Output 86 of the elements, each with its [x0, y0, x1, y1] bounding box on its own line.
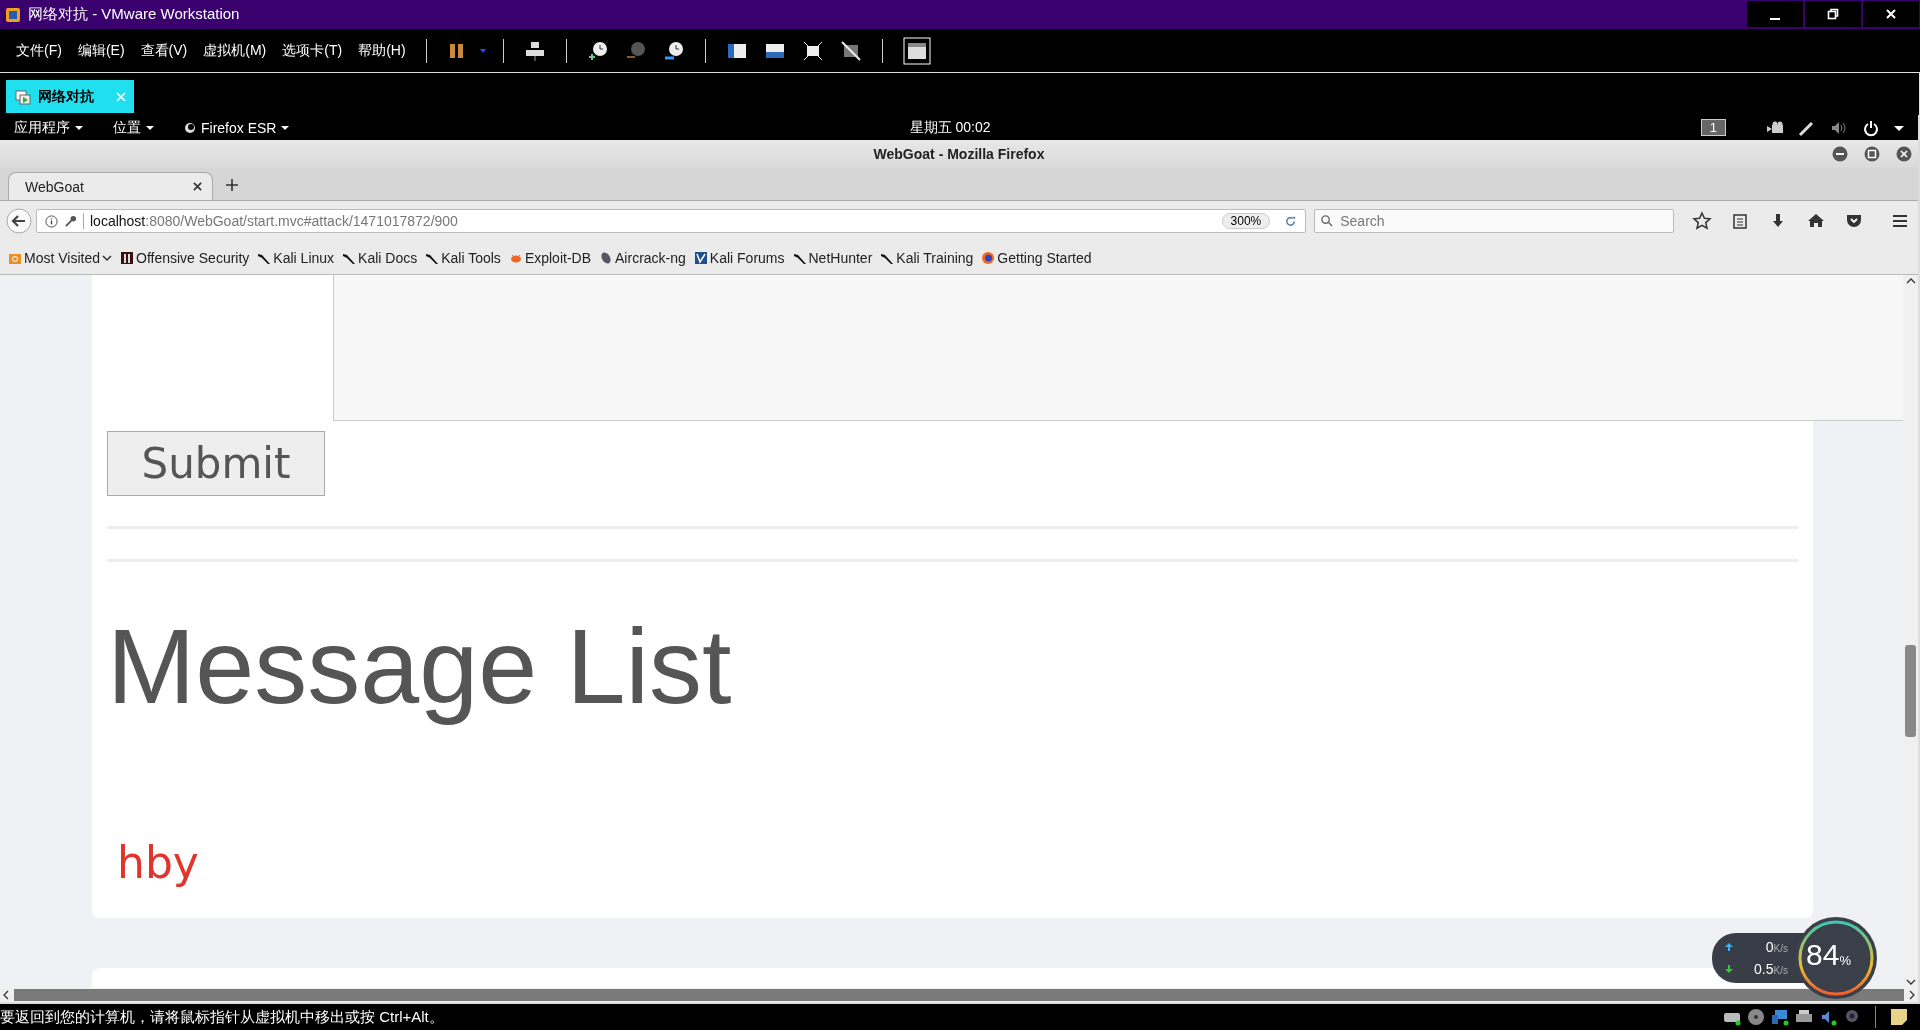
menu-item[interactable]: 文件(F) [8, 41, 70, 60]
bookmark-item[interactable]: Kali Forums [693, 249, 785, 266]
minimize-button[interactable] [1832, 146, 1848, 162]
usage-percent: 84% [1806, 938, 1851, 972]
key-icon[interactable] [64, 214, 77, 228]
upload-arrow-icon [1724, 942, 1734, 952]
workspace-indicator[interactable]: 1 [1700, 119, 1726, 136]
new-tab-button[interactable] [225, 178, 239, 192]
places-menu[interactable]: 位置 [113, 118, 154, 137]
bookmark-item[interactable]: Kali Linux [257, 249, 335, 266]
console-view-icon[interactable] [902, 36, 931, 65]
close-icon[interactable] [193, 182, 202, 191]
browser-logo-icon [981, 250, 996, 265]
bookmark-item[interactable]: Kali Docs [342, 249, 418, 266]
bookmark-item[interactable]: Exploit-DB [508, 249, 591, 266]
network-adapter-icon[interactable] [1771, 1008, 1789, 1026]
network-icon[interactable] [523, 39, 546, 62]
scroll-thumb[interactable] [1905, 645, 1916, 737]
reload-icon[interactable] [1284, 214, 1298, 228]
bookmark-item[interactable]: NetHunter [792, 249, 873, 266]
caret-icon [146, 123, 154, 132]
section-heading: Message List [107, 608, 732, 725]
scroll-right-icon[interactable] [1908, 990, 1916, 1000]
bookmark-item[interactable]: Aircrack-ng [599, 249, 686, 266]
snapshot-icon[interactable] [586, 39, 609, 62]
upload-speed: 0K/s [1765, 939, 1788, 955]
reading-list-icon[interactable] [1730, 211, 1750, 231]
menu-item[interactable]: 查看(V) [132, 41, 196, 60]
window-title: 网络对抗 - VMware Workstation [28, 5, 240, 24]
power-icon[interactable] [1862, 118, 1880, 137]
restore-button[interactable] [1804, 0, 1862, 28]
bookmark-item[interactable]: Kali Tools [425, 249, 501, 266]
menu-item[interactable]: 编辑(E) [69, 41, 133, 60]
forum-logo-icon [693, 250, 708, 265]
app-menu[interactable]: Firefox ESR [184, 119, 290, 136]
vm-icon [14, 87, 32, 106]
scroll-down-icon[interactable] [1905, 978, 1916, 986]
disc-icon[interactable] [1747, 1008, 1765, 1026]
address-bar[interactable]: localhost:8080/WebGoat/start.mvc#attack/1471017872/900 300% [36, 209, 1307, 233]
snapshot-icon[interactable] [662, 39, 685, 62]
search-icon [1320, 214, 1334, 227]
minimize-icon [1770, 18, 1780, 20]
bookmark-item[interactable]: Offensive Security [120, 249, 250, 266]
horizontal-scrollbar[interactable] [0, 988, 1918, 1002]
message-link[interactable]: hby [117, 836, 199, 888]
fullscreen-icon[interactable] [801, 39, 824, 62]
vm-tab[interactable]: 网络对抗 [6, 80, 134, 113]
app-icon [184, 121, 196, 134]
menu-item[interactable]: 帮助(H) [350, 41, 414, 60]
window-title: WebGoat - Mozilla Firefox [873, 146, 1045, 162]
app-logo-icon [5, 6, 21, 23]
info-icon[interactable] [45, 214, 58, 228]
bookmark-item[interactable]: Most Visited [8, 249, 112, 266]
clock[interactable]: 星期五 00:02 [909, 118, 991, 137]
scroll-thumb[interactable] [14, 989, 1904, 1001]
download-arrow-icon [1724, 964, 1734, 974]
no-display-icon[interactable] [839, 39, 862, 62]
zoom-level[interactable]: 300% [1221, 213, 1271, 229]
caret-icon [281, 123, 290, 132]
star-icon[interactable] [1692, 211, 1712, 231]
note-icon[interactable] [1890, 1008, 1908, 1026]
status-message: 要返回到您的计算机，请将鼠标指针从虚拟机中移出或按 Ctrl+Alt。 [0, 1007, 444, 1027]
url-text: localhost:8080/WebGoat/start.mvc#attack/1471017872/900 [83, 213, 1216, 229]
close-icon [1885, 8, 1897, 20]
menu-item[interactable]: 选项卡(T) [274, 41, 351, 60]
search-field[interactable]: Search [1314, 209, 1674, 233]
bookmark-item[interactable]: Getting Started [981, 249, 1092, 266]
download-speed: 0.5K/s [1754, 961, 1788, 977]
submit-button[interactable]: Submit [107, 431, 325, 496]
vertical-scrollbar[interactable] [1903, 275, 1918, 988]
caret-icon[interactable] [1894, 123, 1904, 132]
bookmark-item[interactable]: Kali Training [880, 249, 974, 266]
camera-icon[interactable] [1766, 120, 1784, 135]
caret-icon [75, 123, 83, 132]
chevron-icon [102, 253, 112, 262]
bars-icon [120, 250, 134, 265]
back-button[interactable] [6, 208, 32, 234]
scroll-left-icon[interactable] [2, 990, 10, 1000]
restore-icon [1827, 8, 1839, 20]
scroll-up-icon[interactable] [1905, 277, 1916, 285]
maximize-button[interactable] [1864, 146, 1880, 162]
close-button[interactable] [1862, 0, 1920, 28]
applications-menu[interactable]: 应用程序 [14, 118, 83, 137]
menu-item[interactable]: 虚拟机(M) [195, 41, 275, 60]
close-button[interactable] [1896, 146, 1912, 162]
browser-tab[interactable]: WebGoat [8, 172, 213, 200]
